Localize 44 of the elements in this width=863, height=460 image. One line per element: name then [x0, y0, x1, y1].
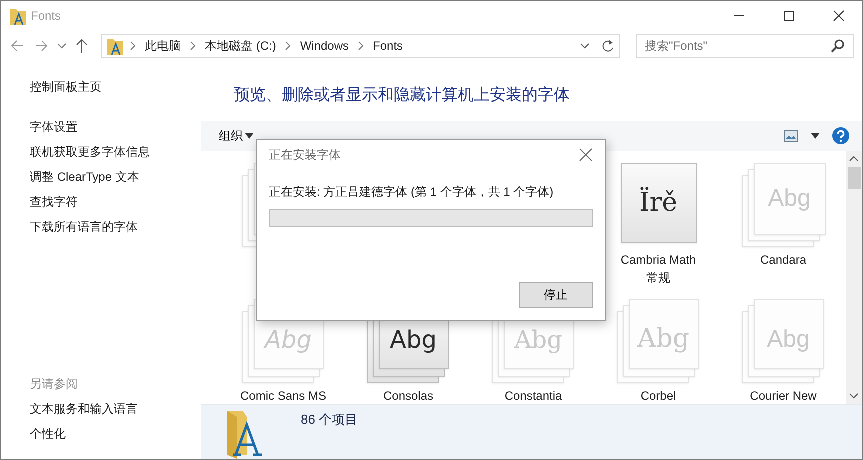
scroll-down-icon[interactable]	[849, 392, 859, 400]
font-name[interactable]: Corbel	[640, 387, 676, 405]
breadcrumb[interactable]: 本地磁盘 (C:)	[202, 38, 280, 54]
sidebar-link[interactable]: 文本服务和输入语言	[30, 397, 138, 422]
sidebar-link[interactable]: 下载所有语言的字体	[30, 215, 138, 240]
address-bar[interactable]: 此电脑 本地磁盘 (C:) Windows Fonts	[101, 34, 620, 58]
caret-icon	[245, 133, 254, 139]
font-name[interactable]: Constantia	[504, 387, 562, 405]
view-picture-icon[interactable]	[783, 129, 799, 143]
breadcrumb[interactable]: Windows	[297, 39, 352, 53]
sidebar-link[interactable]: 个性化	[30, 422, 66, 447]
dialog-title: 正在安装字体	[269, 146, 341, 164]
page-heading: 预览、删除或者显示和隐藏计算机上安装的字体	[233, 86, 570, 106]
window-title: Fonts	[31, 9, 62, 23]
font-preview-text: Abg	[390, 326, 437, 354]
font-name[interactable]: Consolas	[383, 387, 434, 405]
sidebar-link[interactable]: 联机获取更多字体信息	[30, 140, 150, 165]
breadcrumb[interactable]: 此电脑	[142, 38, 184, 54]
install-status-text: 正在安装: 方正吕建德字体 (第 1 个字体，共 1 个字体)	[269, 184, 554, 201]
see-also-heading: 另请参阅	[30, 376, 78, 393]
folder-font-icon	[106, 36, 124, 56]
close-icon[interactable]	[579, 148, 593, 162]
font-preview-text: Ïrě	[639, 188, 678, 218]
sidebar-link[interactable]: 字体设置	[30, 115, 78, 140]
stop-button[interactable]: 停止	[519, 282, 593, 308]
scrollbar-thumb[interactable]	[848, 167, 860, 189]
font-name[interactable]: Courier New	[750, 387, 817, 405]
sidebar-link[interactable]: 调整 ClearType 文本	[30, 165, 140, 190]
search-icon[interactable]	[830, 38, 846, 54]
font-name[interactable]: Candara	[760, 251, 807, 269]
font-style-label: 常规	[646, 270, 670, 287]
folder-font-icon	[9, 6, 27, 26]
sidebar-link[interactable]: 查找字符	[30, 190, 78, 215]
item-count: 86 个项目	[301, 411, 358, 429]
font-name[interactable]: Comic Sans MS	[240, 387, 327, 405]
scroll-up-icon[interactable]	[849, 155, 859, 163]
organize-menu-button[interactable]: 组织	[211, 124, 262, 148]
breadcrumb[interactable]: Fonts	[370, 39, 406, 53]
caret-icon[interactable]	[811, 133, 820, 139]
search-field[interactable]: 搜索"Fonts"	[636, 34, 854, 58]
vertical-scrollbar[interactable]	[846, 151, 862, 404]
help-icon[interactable]	[832, 127, 850, 145]
control-panel-home-link[interactable]: 控制面板主页	[30, 75, 102, 100]
font-name[interactable]: Cambria Math	[620, 251, 696, 269]
